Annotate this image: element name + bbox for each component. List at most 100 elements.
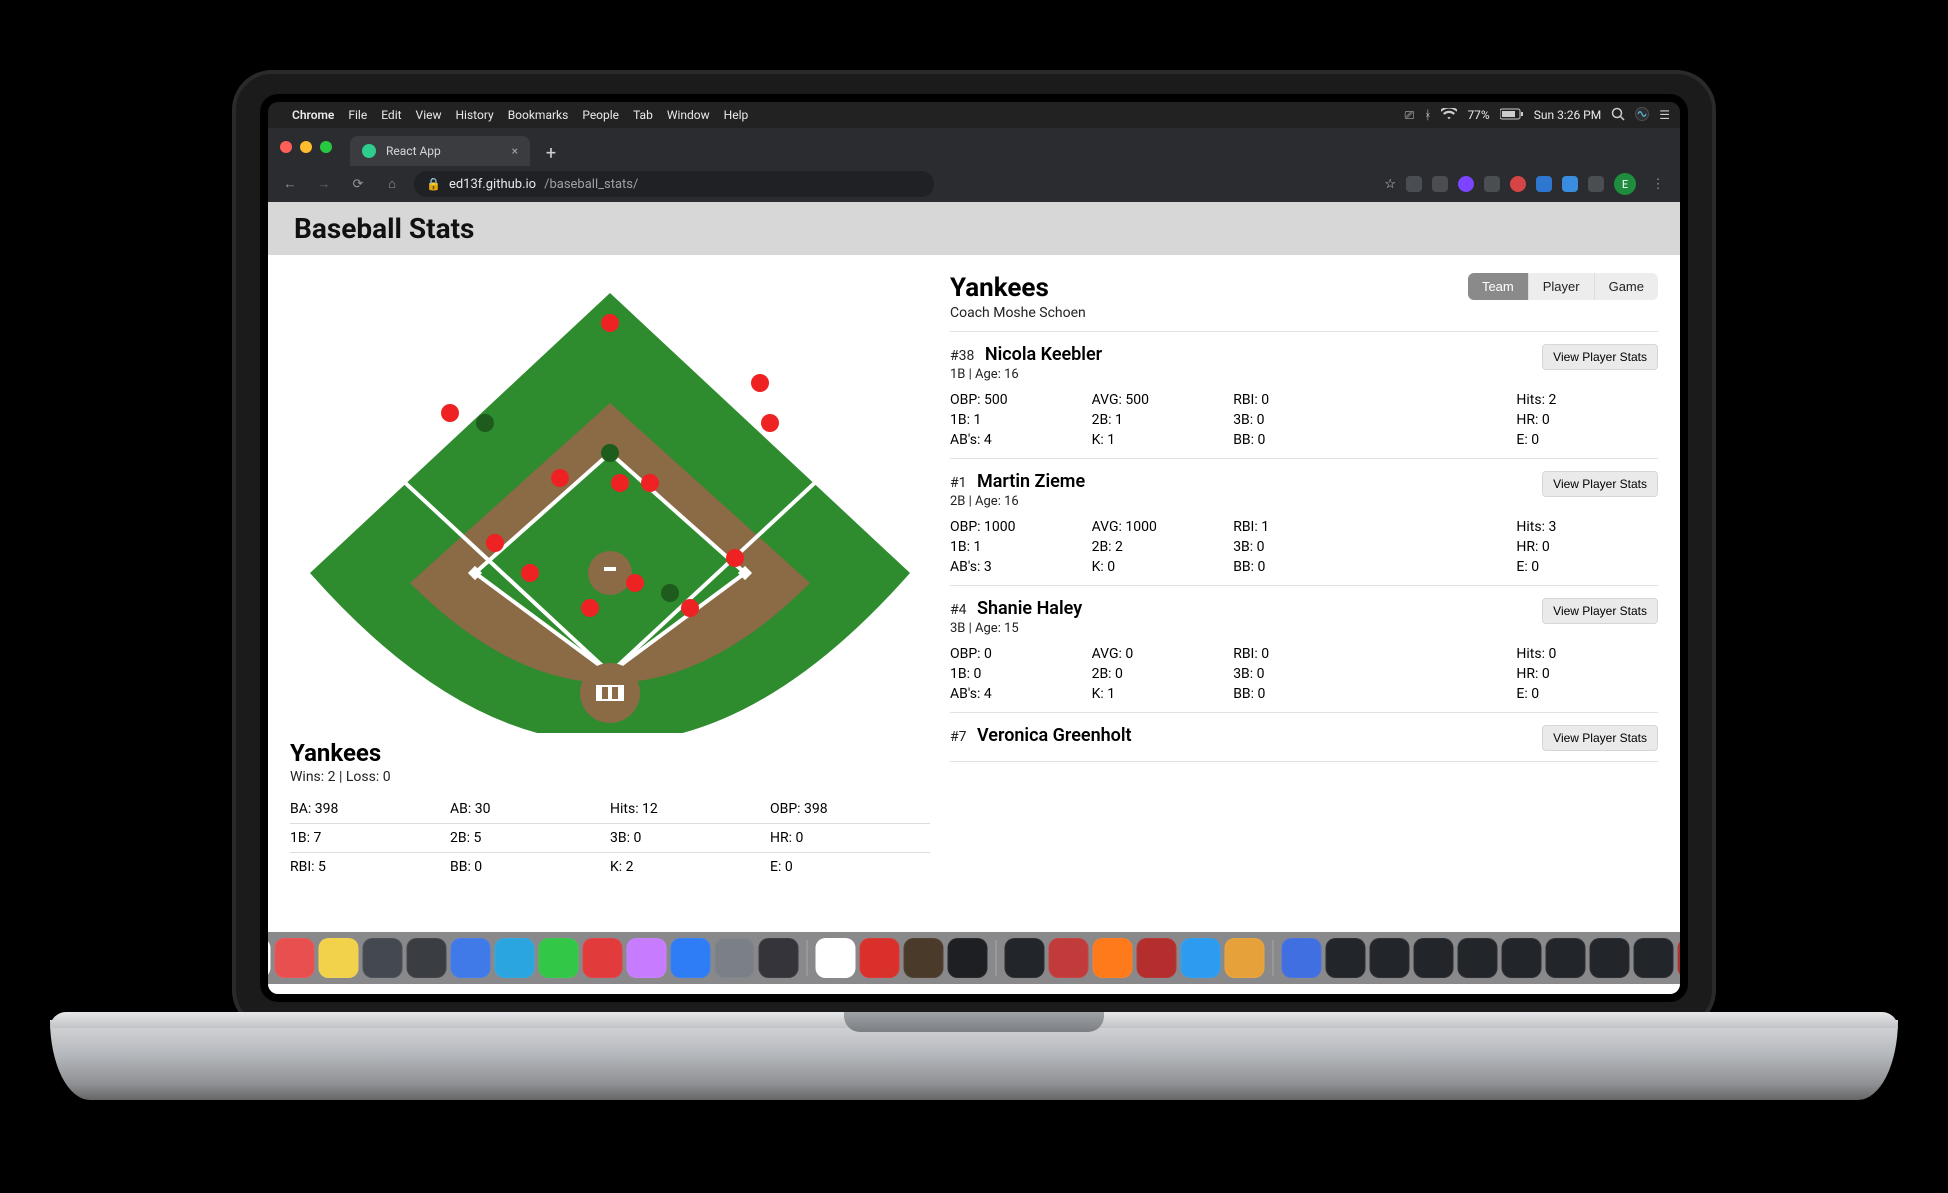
segment-team[interactable]: Team [1468,273,1528,300]
extension-icon[interactable] [1406,176,1422,192]
dock-app-icon[interactable] [451,938,491,978]
dock-app-icon[interactable] [1634,938,1674,978]
dock-app-icon[interactable] [1049,938,1089,978]
dock-app-icon[interactable] [1678,938,1681,978]
nav-back-icon[interactable]: ← [278,176,302,192]
fullscreen-window-button[interactable] [320,141,332,153]
menu-tab[interactable]: Tab [633,108,653,122]
airplay-icon[interactable]: ⎚ [1405,108,1415,123]
wifi-icon[interactable] [1441,108,1457,123]
dock-app-icon[interactable] [539,938,579,978]
close-window-button[interactable] [280,141,292,153]
dock-app-icon[interactable] [495,938,535,978]
menu-edit[interactable]: Edit [381,108,401,122]
menubar-clock[interactable]: Sun 3:26 PM [1534,108,1602,122]
profile-avatar[interactable]: E [1614,173,1636,195]
dock-app-icon[interactable] [759,938,799,978]
dock-app-icon[interactable] [1093,938,1133,978]
view-player-stats-button[interactable]: View Player Stats [1542,598,1658,624]
nav-home-icon[interactable]: ⌂ [380,176,404,192]
dock-app-icon[interactable] [583,938,623,978]
dock-app-icon[interactable] [1326,938,1366,978]
dock-app-icon[interactable] [904,938,944,978]
dock-app-icon[interactable] [268,938,271,978]
dock-app-icon[interactable] [1502,938,1542,978]
browser-tab[interactable]: React App × [350,136,530,166]
react-favicon-icon [362,144,376,158]
chrome-menu-icon[interactable]: ⋮ [1646,177,1670,192]
battery-icon[interactable] [1500,108,1524,123]
dock-app-icon[interactable] [1005,938,1045,978]
dock-app-icon[interactable] [671,938,711,978]
address-bar[interactable]: 🔒 ed13f.github.io/baseball_stats/ [414,171,934,197]
dock-app-icon[interactable] [1181,938,1221,978]
player-name: Shanie Haley [973,598,1083,619]
dock-app-icon[interactable] [948,938,988,978]
dock-app-icon[interactable] [1546,938,1586,978]
dock-app-icon[interactable] [363,938,403,978]
player-stat-cell: Hits: 0 [1516,646,1658,662]
menu-people[interactable]: People [582,108,619,122]
menu-file[interactable]: File [348,108,367,122]
player-stat-cell: 2B: 0 [1092,666,1234,682]
dock-app-icon[interactable] [715,938,755,978]
extension-icon[interactable] [1458,176,1474,192]
player-stat-cell: E: 0 [1516,432,1658,448]
segment-game[interactable]: Game [1594,273,1658,300]
player-number: #1 [950,475,967,491]
player-stat-cell [1375,559,1517,575]
view-player-stats-button[interactable]: View Player Stats [1542,725,1658,751]
menu-help[interactable]: Help [724,108,749,122]
team-stat-cell: Hits: 12 [610,801,770,817]
team-record: Wins: 2 | Loss: 0 [290,769,930,785]
player-stat-cell: RBI: 1 [1233,519,1375,535]
tab-close-icon[interactable]: × [512,144,518,158]
siri-icon[interactable] [1635,107,1649,124]
extension-icon[interactable] [1484,176,1500,192]
menu-bookmarks[interactable]: Bookmarks [508,108,569,122]
player-stat-cell: HR: 0 [1516,539,1658,555]
extension-icon[interactable] [1432,176,1448,192]
nav-reload-icon[interactable]: ⟳ [346,177,370,192]
dock-app-icon[interactable] [1225,938,1265,978]
menu-history[interactable]: History [456,108,494,122]
team-stat-cell: RBI: 5 [290,859,450,875]
dock-app-icon[interactable] [1282,938,1322,978]
dock-app-icon[interactable] [1458,938,1498,978]
dock-app-icon[interactable] [1137,938,1177,978]
minimize-window-button[interactable] [300,141,312,153]
view-player-stats-button[interactable]: View Player Stats [1542,471,1658,497]
view-segmented-control: Team Player Game [1468,273,1658,300]
bluetooth-icon[interactable]: ᚼ [1424,108,1431,122]
extension-icon[interactable] [1536,176,1552,192]
player-stat-cell: AVG: 1000 [1092,519,1234,535]
dock-app-icon[interactable] [627,938,667,978]
menu-window[interactable]: Window [667,108,710,122]
menu-view[interactable]: View [416,108,442,122]
app-header: Baseball Stats [268,202,1680,255]
spotlight-icon[interactable] [1611,107,1625,124]
player-stat-cell: K: 1 [1092,432,1234,448]
menubar-app-name[interactable]: Chrome [292,108,334,122]
battery-percent[interactable]: 77% [1467,108,1489,122]
dock-separator [996,940,997,976]
dock-app-icon[interactable] [816,938,856,978]
bookmark-star-icon[interactable]: ☆ [1384,177,1396,192]
new-tab-button[interactable]: + [538,140,564,166]
extension-icon[interactable] [1588,176,1604,192]
menulist-icon[interactable]: ☰ [1659,108,1670,122]
url-host: ed13f.github.io [449,177,536,192]
player-card: #7 Veronica GreenholtView Player Stats [950,713,1658,762]
dock-app-icon[interactable] [1414,938,1454,978]
dock-app-icon[interactable] [407,938,447,978]
dock-app-icon[interactable] [1370,938,1410,978]
view-player-stats-button[interactable]: View Player Stats [1542,344,1658,370]
dock-app-icon[interactable] [1590,938,1630,978]
dock-app-icon[interactable] [319,938,359,978]
segment-player[interactable]: Player [1528,273,1594,300]
extension-icon[interactable] [1510,176,1526,192]
dock-app-icon[interactable] [275,938,315,978]
dock-app-icon[interactable] [860,938,900,978]
extension-icon[interactable] [1562,176,1578,192]
player-stat-cell: 3B: 0 [1233,666,1375,682]
